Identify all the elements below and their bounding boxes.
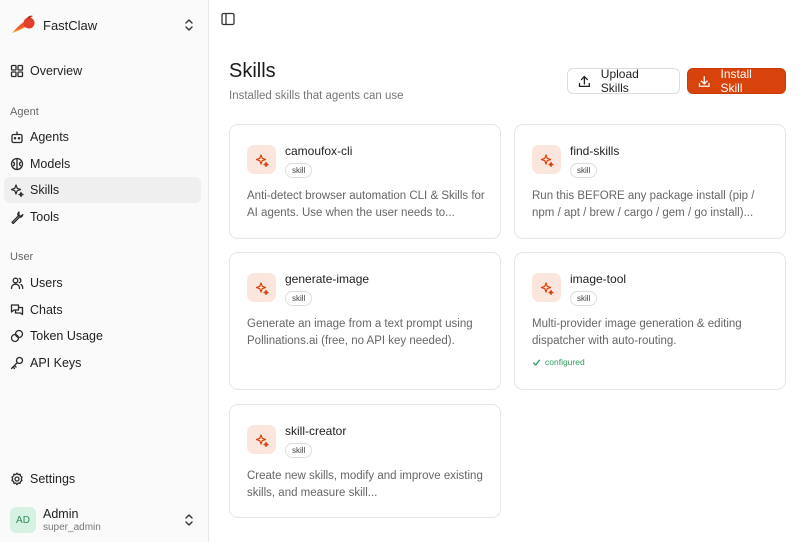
upload-skills-button[interactable]: Upload Skills bbox=[567, 67, 680, 95]
gear-icon bbox=[11, 472, 23, 486]
brain-icon bbox=[10, 157, 24, 171]
install-skill-label: Install Skill bbox=[720, 67, 752, 95]
sparkles-icon bbox=[540, 153, 554, 167]
skill-icon-box bbox=[247, 273, 276, 302]
skill-icon-box bbox=[532, 145, 561, 174]
user-role: super_admin bbox=[43, 521, 101, 533]
page-subtitle: Installed skills that agents can use bbox=[229, 90, 404, 102]
sidebar-item-label: Token Usage bbox=[30, 329, 103, 343]
sidebar-item-label: Users bbox=[30, 276, 63, 290]
wrench-icon bbox=[11, 211, 24, 224]
install-skill-button[interactable]: Install Skill bbox=[687, 67, 786, 95]
sidebar-item-label: Agents bbox=[30, 130, 69, 144]
sidebar-item-label: Chats bbox=[30, 303, 63, 317]
workspace-switcher[interactable]: FastClaw bbox=[10, 12, 200, 38]
skill-name: skill-creator bbox=[285, 424, 347, 438]
sidebar-item-label: API Keys bbox=[30, 356, 82, 370]
bot-icon bbox=[11, 131, 23, 144]
download-icon bbox=[698, 75, 710, 87]
sidebar-item-agents[interactable]: Agents bbox=[4, 124, 201, 150]
skill-badge: skill bbox=[285, 163, 313, 178]
sidebar-item-users[interactable]: Users bbox=[4, 270, 201, 296]
sidebar-item-overview[interactable]: Overview bbox=[4, 58, 201, 84]
skill-icon-box bbox=[247, 145, 276, 174]
skill-badge: skill bbox=[570, 163, 598, 178]
sidebar-item-api-keys[interactable]: API Keys bbox=[4, 350, 201, 376]
skill-description: Multi-provider image generation & editin… bbox=[532, 318, 742, 347]
sparkles-icon bbox=[10, 184, 24, 197]
avatar: AD bbox=[10, 507, 36, 533]
skill-card-image-tool[interactable]: image-tool skill Multi-provider image ge… bbox=[514, 252, 786, 390]
sparkles-icon bbox=[255, 153, 269, 167]
sidebar: FastClaw Overview Agent Agents Models Sk… bbox=[0, 0, 209, 542]
skill-description: Generate an image from a text prompt usi… bbox=[247, 318, 473, 347]
sidebar-item-label: Skills bbox=[30, 183, 60, 197]
upload-icon bbox=[578, 75, 590, 87]
sidebar-item-settings[interactable]: Settings bbox=[4, 466, 201, 492]
section-label-agent: Agent bbox=[10, 106, 39, 118]
fastclaw-logo-icon bbox=[12, 15, 35, 33]
upload-skills-label: Upload Skills bbox=[600, 67, 639, 95]
sidebar-item-models[interactable]: Models bbox=[4, 151, 201, 177]
sidebar-item-tools[interactable]: Tools bbox=[4, 204, 201, 230]
chevrons-up-down-icon bbox=[185, 514, 193, 526]
skill-name: camoufox-cli bbox=[285, 144, 353, 158]
sidebar-item-skills[interactable]: Skills bbox=[4, 177, 201, 203]
skill-badge: skill bbox=[285, 291, 313, 306]
skill-description: Anti-detect browser automation CLI & Ski… bbox=[247, 190, 485, 219]
skill-card-generate-image[interactable]: generate-image skill Generate an image f… bbox=[229, 252, 501, 390]
skill-name: image-tool bbox=[570, 272, 627, 286]
check-icon bbox=[532, 359, 541, 366]
layout-grid-icon bbox=[10, 64, 24, 78]
skill-card-skill-creator[interactable]: skill-creator skill Create new skills, m… bbox=[229, 404, 501, 518]
skill-description: Run this BEFORE any package install (pip… bbox=[532, 190, 755, 219]
configured-status: configured bbox=[532, 357, 585, 367]
user-menu[interactable]: AD Admin super_admin bbox=[10, 505, 200, 535]
skill-badge: skill bbox=[570, 291, 598, 306]
sidebar-item-label: Models bbox=[30, 157, 71, 171]
sidebar-item-label: Tools bbox=[30, 210, 60, 224]
skill-icon-box bbox=[247, 425, 276, 454]
skill-name: find-skills bbox=[570, 144, 620, 158]
sparkles-icon bbox=[540, 281, 554, 295]
sparkles-icon bbox=[255, 433, 269, 447]
sidebar-item-chats[interactable]: Chats bbox=[4, 297, 201, 323]
skill-icon-box bbox=[532, 273, 561, 302]
sidebar-toggle-icon[interactable] bbox=[220, 11, 236, 27]
coins-icon bbox=[10, 329, 24, 343]
sidebar-item-label: Settings bbox=[30, 472, 76, 486]
sidebar-item-token-usage[interactable]: Token Usage bbox=[4, 323, 201, 349]
skill-card-find-skills[interactable]: find-skills skill Run this BEFORE any pa… bbox=[514, 124, 786, 239]
configured-label: configured bbox=[545, 357, 585, 367]
chevrons-up-down-icon bbox=[185, 19, 193, 31]
page-title: Skills bbox=[229, 60, 276, 82]
messages-icon bbox=[10, 304, 24, 316]
sidebar-item-label: Overview bbox=[30, 64, 83, 78]
key-icon bbox=[10, 356, 24, 370]
app-name: FastClaw bbox=[43, 17, 98, 33]
skill-badge: skill bbox=[285, 443, 313, 458]
users-icon bbox=[10, 277, 24, 290]
sparkles-icon bbox=[255, 281, 269, 295]
skill-card-camoufox-cli[interactable]: camoufox-cli skill Anti-detect browser a… bbox=[229, 124, 501, 239]
skill-description: Create new skills, modify and improve ex… bbox=[247, 470, 483, 499]
user-name: Admin bbox=[43, 506, 79, 521]
section-label-user: User bbox=[10, 251, 34, 263]
skill-name: generate-image bbox=[285, 272, 370, 286]
